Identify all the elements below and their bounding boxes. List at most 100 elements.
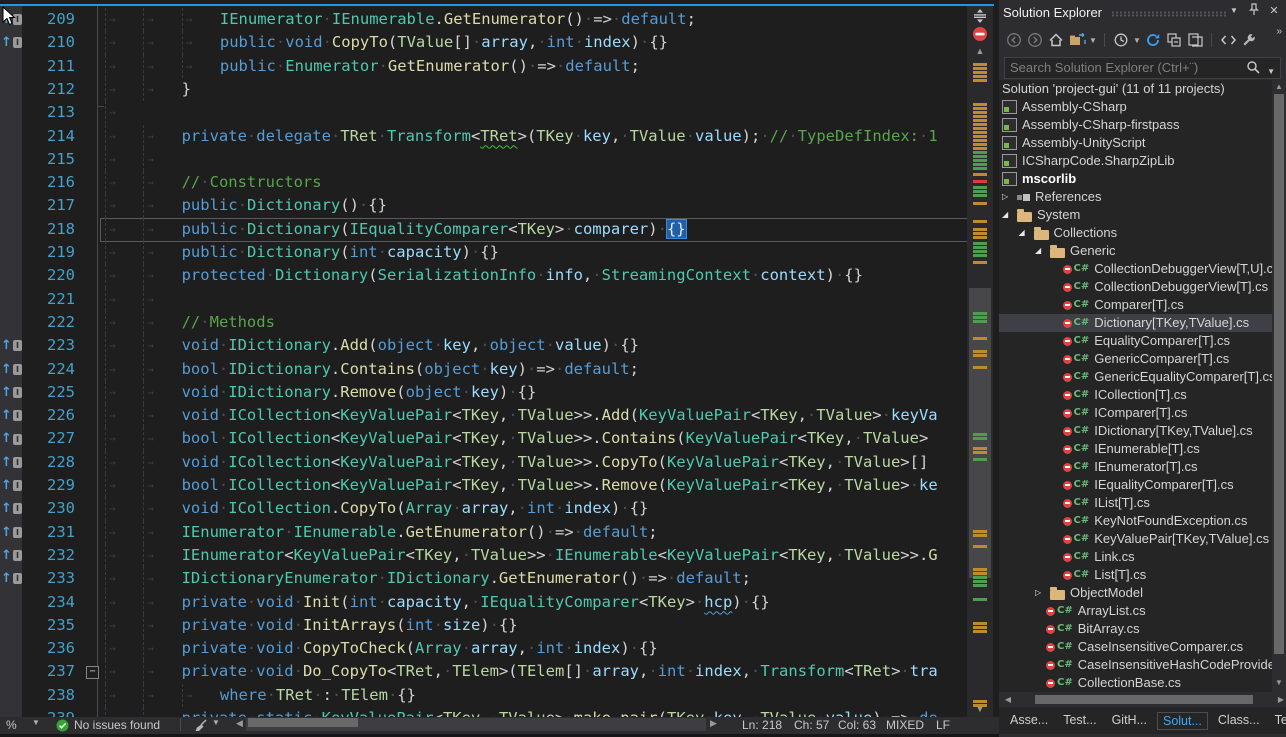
char-indicator[interactable]: Ch: 57 — [794, 718, 829, 732]
properties-icon[interactable] — [1240, 31, 1258, 49]
scroll-down-icon[interactable]: ▼ — [967, 704, 993, 714]
interface-implementation-icon[interactable]: ↑I — [1, 334, 22, 357]
tree-item-ienumerator-t-cs[interactable]: C#IEnumerator[T].cs — [999, 458, 1286, 476]
search-input[interactable]: Search Solution Explorer (Ctrl+¨) ▼ — [1004, 57, 1281, 79]
code-line-237[interactable]: 237−→→private·void·Do_CopyTo<TRet,·TElem… — [0, 660, 967, 683]
tree-item-genericequalitycomparer-t-cs[interactable]: C#GenericEqualityComparer[T].cs — [999, 368, 1286, 386]
hscroll-left-icon[interactable]: ◀ — [236, 718, 243, 729]
code-line-238[interactable]: 238→→→where·TRet·:·TElem·{} — [0, 684, 967, 707]
sync-with-active-document-button-dropdown-icon[interactable]: ▼ — [1089, 36, 1097, 45]
tree-item-collectiondebuggerview-t-cs[interactable]: C#CollectionDebuggerView[T].cs — [999, 278, 1286, 296]
code-line-226[interactable]: ↑I226→→void·ICollection<KeyValuePair<TKe… — [0, 404, 967, 427]
code-line-213[interactable]: 213→ — [0, 101, 967, 124]
search-icon[interactable] — [1246, 60, 1260, 80]
code-cleanup-broom-icon[interactable] — [194, 719, 208, 735]
zoom-dropdown-icon[interactable]: ▼ — [32, 718, 40, 727]
interface-implementation-icon[interactable]: ↑I — [1, 31, 22, 54]
tree-item-equalitycomparer-t-cs[interactable]: C#EqualityComparer[T].cs — [999, 332, 1286, 350]
tree-item-list-t-cs[interactable]: C#List[T].cs — [999, 566, 1286, 584]
hscroll-thumb[interactable] — [248, 718, 358, 727]
tree-item-solution-project-gui-11-of-11-projects-[interactable]: Solution 'project-gui' (11 of 11 project… — [999, 80, 1286, 98]
tree-item-idictionary-tkey-tvalue-cs[interactable]: C#IDictionary[TKey,TValue].cs — [999, 422, 1286, 440]
cleanup-dropdown-icon[interactable]: ▼ — [212, 718, 220, 727]
tree-item-collectiondebuggerview-t-u-cs[interactable]: C#CollectionDebuggerView[T,U].cs — [999, 260, 1286, 278]
sync-with-active-document-icon[interactable] — [1068, 31, 1086, 49]
interface-implementation-icon[interactable]: ↑I — [1, 544, 22, 567]
tree-item-dictionary-tkey-tvalue-cs[interactable]: C#Dictionary[TKey,TValue].cs — [999, 314, 1286, 332]
code-line-232[interactable]: ↑I232→→IEnumerator<KeyValuePair<TKey,·TV… — [0, 544, 967, 567]
tree-item-ienumerable-t-cs[interactable]: C#IEnumerable[T].cs — [999, 440, 1286, 458]
tree-item-assembly-unityscript[interactable]: Assembly-UnityScript — [999, 134, 1286, 152]
chevron-expanded-icon[interactable]: ◢ — [1019, 224, 1034, 242]
code-line-225[interactable]: ↑I225→→void·IDictionary.Remove(object·ke… — [0, 381, 967, 404]
tree-hscroll-right-icon[interactable]: ▶ — [1278, 695, 1284, 704]
tree-item-collections[interactable]: ◢Collections — [999, 224, 1286, 242]
tree-item-keynotfoundexception-cs[interactable]: C#KeyNotFoundException.cs — [999, 512, 1286, 530]
splitter-handle-icon[interactable] — [971, 8, 989, 24]
view-code-icon[interactable] — [1219, 31, 1237, 49]
scroll-up-icon[interactable]: ▲ — [967, 46, 993, 56]
code-line-215[interactable]: 215→→ — [0, 148, 967, 171]
code-line-219[interactable]: 219→→public·Dictionary(int·capacity)·{} — [0, 241, 967, 264]
editor-vertical-scrollbar[interactable]: ▲ ▼ — [967, 6, 993, 717]
interface-implementation-icon[interactable]: ↑I — [1, 497, 22, 520]
interface-implementation-icon[interactable]: ↑I — [1, 381, 22, 404]
code-line-216[interactable]: 216→→//·Constructors — [0, 171, 967, 194]
home-icon[interactable] — [1047, 31, 1065, 49]
forward-icon[interactable] — [1026, 31, 1044, 49]
code-line-214[interactable]: 214→→private·delegate·TRet·Transform<TRe… — [0, 125, 967, 148]
interface-implementation-icon[interactable]: ↑I — [1, 521, 22, 544]
tree-item-comparer-t-cs[interactable]: C#Comparer[T].cs — [999, 296, 1286, 314]
interface-implementation-icon[interactable]: ↑I — [1, 451, 22, 474]
code-line-217[interactable]: 217→→public·Dictionary()·{} — [0, 194, 967, 217]
tree-hscroll-left-icon[interactable]: ◀ — [1001, 695, 1015, 704]
tool-tab-asse[interactable]: Asse... — [1005, 712, 1053, 728]
code-line-231[interactable]: ↑I231→→IEnumerator·IEnumerable.GetEnumer… — [0, 521, 967, 544]
tree-item-assembly-csharp-firstpass[interactable]: Assembly-CSharp-firstpass — [999, 116, 1286, 134]
code-line-224[interactable]: ↑I224→→bool·IDictionary.Contains(object·… — [0, 358, 967, 381]
code-line-220[interactable]: 220→→protected·Dictionary(SerializationI… — [0, 264, 967, 287]
back-icon[interactable] — [1005, 31, 1023, 49]
tree-item-ilist-t-cs[interactable]: C#IList[T].cs — [999, 494, 1286, 512]
interface-implementation-icon[interactable]: ↑I — [1, 474, 22, 497]
interface-implementation-icon[interactable]: ↑I — [1, 358, 22, 381]
chevron-collapsed-icon[interactable]: ▷ — [1002, 188, 1017, 206]
tree-item-objectmodel[interactable]: ▷ObjectModel — [999, 584, 1286, 602]
interface-implementation-icon[interactable]: ↑I — [1, 567, 22, 590]
encoding-indicator[interactable]: MIXED — [886, 718, 924, 732]
tree-scroll-down-icon[interactable]: ▼ — [1272, 678, 1286, 687]
column-indicator[interactable]: Col: 63 — [838, 718, 876, 732]
code-line-239[interactable]: 239→→private·static·KeyValuePair<TKey,·T… — [0, 707, 967, 717]
code-line-233[interactable]: ↑I233→→IDictionaryEnumerator·IDictionary… — [0, 567, 967, 590]
code-line-228[interactable]: ↑I228→→void·ICollection<KeyValuePair<TKe… — [0, 451, 967, 474]
tree-item-system[interactable]: ◢System — [999, 206, 1286, 224]
tree-item-caseinsensitivehashcodeprovider-cs[interactable]: C#CaseInsensitiveHashCodeProvider.cs — [999, 656, 1286, 674]
tree-item-mscorlib[interactable]: mscorlib — [999, 170, 1286, 188]
code-editor[interactable]: ↑I209→→→IEnumerator·IEnumerable.GetEnume… — [0, 0, 999, 737]
hscroll-right-icon[interactable]: ▶ — [710, 718, 717, 729]
code-line-222[interactable]: 222→→//·Methods — [0, 311, 967, 334]
pin-icon[interactable] — [1246, 3, 1262, 19]
show-all-files-icon[interactable] — [1186, 31, 1204, 49]
tree-horizontal-scrollbar[interactable]: ◀ ▶ — [999, 692, 1286, 707]
code-viewport[interactable]: ↑I209→→→IEnumerator·IEnumerable.GetEnume… — [0, 6, 967, 717]
tool-tab-class[interactable]: Class... — [1213, 712, 1265, 728]
tree-item-caseinsensitivecomparer-cs[interactable]: C#CaseInsensitiveComparer.cs — [999, 638, 1286, 656]
tree-item-genericcomparer-t-cs[interactable]: C#GenericComparer[T].cs — [999, 350, 1286, 368]
solution-tree[interactable]: Solution 'project-gui' (11 of 11 project… — [999, 80, 1286, 692]
collapse-region-button[interactable]: − — [86, 666, 99, 679]
tree-item-icomparer-t-cs[interactable]: C#IComparer[T].cs — [999, 404, 1286, 422]
window-position-chevron-icon[interactable]: ▼ — [1226, 3, 1242, 19]
code-line-236[interactable]: 236→→private·void·CopyToCheck(Array·arra… — [0, 637, 967, 660]
code-line-211[interactable]: 211→→→public·Enumerator·GetEnumerator()·… — [0, 55, 967, 78]
tree-item-icollection-t-cs[interactable]: C#ICollection[T].cs — [999, 386, 1286, 404]
zoom-control[interactable]: % — [6, 718, 17, 732]
code-line-235[interactable]: 235→→private·void·InitArrays(int·size)·{… — [0, 614, 967, 637]
code-line-229[interactable]: ↑I229→→bool·ICollection<KeyValuePair<TKe… — [0, 474, 967, 497]
code-line-210[interactable]: ↑I210→→→public·void·CopyTo(TValue[]·arra… — [0, 31, 967, 54]
tree-vertical-scrollbar[interactable]: ▲ ▼ — [1272, 80, 1286, 692]
tree-item-assembly-csharp[interactable]: Assembly-CSharp — [999, 98, 1286, 116]
line-indicator[interactable]: Ln: 218 — [742, 718, 782, 732]
tree-item-keyvaluepair-tkey-tvalue-cs[interactable]: C#KeyValuePair[TKey,TValue].cs — [999, 530, 1286, 548]
pending-changes-filter-icon[interactable] — [1112, 31, 1130, 49]
